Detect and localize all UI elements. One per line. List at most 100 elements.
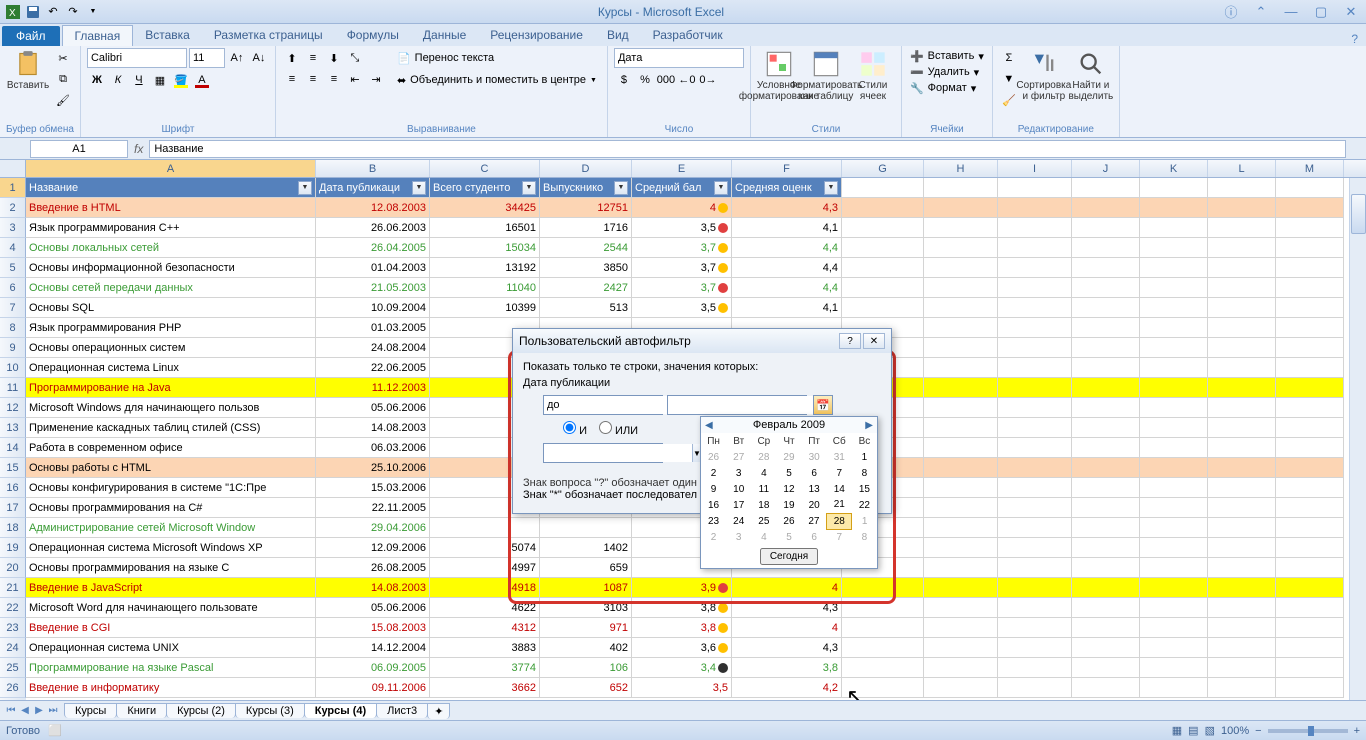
new-sheet-button[interactable]: ✦ [427,703,450,719]
minimize-icon[interactable]: — [1280,4,1302,20]
row-header[interactable]: 12 [0,398,26,418]
header-cell[interactable]: Средняя оценк▼ [732,178,842,198]
cell[interactable] [998,378,1072,398]
cell[interactable] [1208,438,1276,458]
cell[interactable] [1276,478,1344,498]
calendar-day[interactable]: 9 [701,481,726,497]
cell[interactable]: 106 [540,658,632,678]
cell[interactable]: 05.06.2006 [316,598,430,618]
vertical-scrollbar[interactable] [1349,178,1366,700]
calendar-day[interactable]: 15 [852,481,877,497]
calendar-next-icon[interactable]: ▶ [865,420,873,431]
cut-icon[interactable]: ✂ [53,48,73,68]
calendar-day[interactable]: 12 [776,481,801,497]
cell[interactable]: 1716 [540,218,632,238]
cell[interactable] [1208,538,1276,558]
cell[interactable] [1276,658,1344,678]
cell[interactable]: 26.06.2003 [316,218,430,238]
help-icon[interactable]: ⓘ [1220,4,1242,20]
row-header[interactable]: 13 [0,418,26,438]
cell[interactable]: 14.12.2004 [316,638,430,658]
cell[interactable] [998,418,1072,438]
cell[interactable] [1276,418,1344,438]
row-header[interactable]: 7 [0,298,26,318]
maximize-icon[interactable]: ▢ [1310,4,1332,20]
calendar-day[interactable]: 6 [802,529,827,545]
cell[interactable]: 3,9 [632,578,732,598]
tab-prev-icon[interactable]: ◀ [18,705,32,716]
orientation-icon[interactable]: ⤡ [345,48,365,68]
cell[interactable] [924,418,998,438]
cell[interactable] [1072,358,1140,378]
calendar-day[interactable]: 31 [827,449,852,465]
cell[interactable]: 3,8 [632,598,732,618]
cell[interactable]: 14.08.2003 [316,418,430,438]
cell[interactable]: 15.08.2003 [316,618,430,638]
cell[interactable]: 15034 [430,238,540,258]
cell[interactable] [998,518,1072,538]
cell[interactable] [998,238,1072,258]
cell[interactable]: 12751 [540,198,632,218]
cell[interactable] [924,238,998,258]
cell[interactable] [998,218,1072,238]
ribbon-tab-1[interactable]: Вставка [133,25,202,46]
row-header[interactable]: 3 [0,218,26,238]
cell[interactable]: 12.09.2006 [316,538,430,558]
insert-cells-button[interactable]: ➕ Вставить ▾ [908,48,986,64]
cell[interactable] [1276,198,1344,218]
cell[interactable]: Операционная система UNIX [26,638,316,658]
cell[interactable] [924,458,998,478]
cell[interactable]: Основы работы с HTML [26,458,316,478]
cell[interactable] [924,438,998,458]
cell[interactable] [1072,438,1140,458]
zoom-out-icon[interactable]: − [1255,725,1261,737]
cell[interactable] [1208,178,1276,198]
cell[interactable] [842,198,924,218]
condition1-op-combo[interactable]: ▼ [543,395,663,415]
cell[interactable] [1072,598,1140,618]
cell[interactable] [1072,478,1140,498]
calendar-day[interactable]: 3 [726,465,751,481]
cell[interactable] [998,478,1072,498]
cell[interactable]: 3,5 [632,298,732,318]
file-tab[interactable]: Файл [2,26,60,46]
cell[interactable] [1208,598,1276,618]
cell[interactable]: 11040 [430,278,540,298]
calendar-day[interactable]: 11 [751,481,776,497]
calendar-day[interactable]: 27 [802,513,827,529]
cell[interactable]: 4,1 [732,298,842,318]
column-header[interactable]: J [1072,160,1140,177]
calendar-day[interactable]: 28 [751,449,776,465]
cell[interactable] [1208,318,1276,338]
cell[interactable] [924,558,998,578]
find-select-button[interactable]: Найти и выделить [1069,48,1113,110]
cell[interactable]: Программирование на Java [26,378,316,398]
calendar-day[interactable]: 30 [802,449,827,465]
column-header[interactable]: M [1276,160,1344,177]
calendar-day[interactable]: 2 [701,465,726,481]
cell[interactable]: 4,3 [732,638,842,658]
cell[interactable]: Основы информационной безопасности [26,258,316,278]
cell[interactable] [1208,578,1276,598]
cell[interactable] [1072,538,1140,558]
cell[interactable] [1140,398,1208,418]
row-header[interactable]: 14 [0,438,26,458]
cell[interactable] [842,658,924,678]
cell[interactable] [924,618,998,638]
cell[interactable]: 16501 [430,218,540,238]
cell[interactable] [1208,658,1276,678]
calendar-day[interactable]: 14 [827,481,852,497]
cell[interactable] [924,298,998,318]
row-header[interactable]: 19 [0,538,26,558]
qat-dropdown-icon[interactable]: ▼ [84,3,102,21]
filter-dropdown-icon[interactable]: ▼ [298,181,312,195]
cell[interactable]: 3,7 [632,238,732,258]
cell[interactable]: 3,4 [632,658,732,678]
cell[interactable] [1276,258,1344,278]
cell[interactable] [1072,618,1140,638]
cell[interactable] [1072,378,1140,398]
row-header[interactable]: 16 [0,478,26,498]
cell[interactable] [1140,298,1208,318]
ribbon-tab-6[interactable]: Вид [595,25,641,46]
calendar-day[interactable]: 19 [776,497,801,513]
